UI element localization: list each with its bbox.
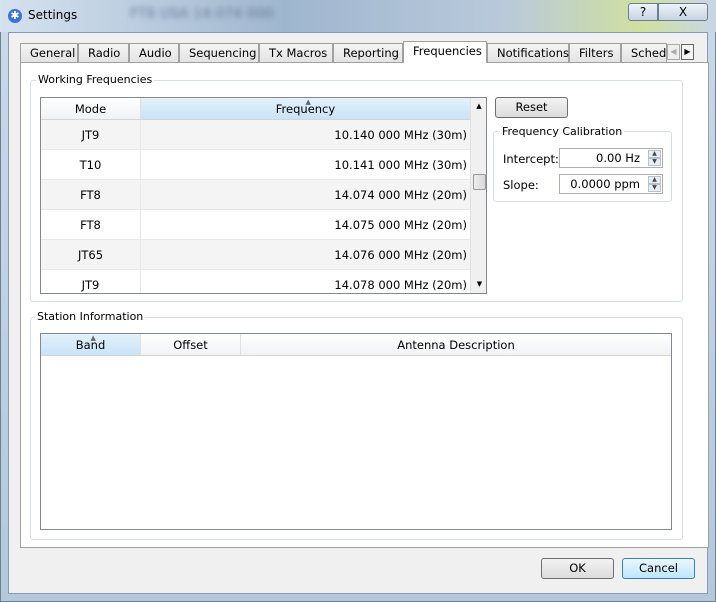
frequency-cell: 14.078 000 MHz (20m) [334, 278, 467, 292]
column-antenna-description[interactable]: Antenna Description [241, 334, 671, 355]
tab-general[interactable]: General [20, 43, 78, 63]
working-frequencies-title: Working Frequencies [36, 73, 155, 86]
app-icon: ✱ [8, 9, 22, 23]
frequency-cell: 14.075 000 MHz (20m) [334, 218, 467, 232]
table-row[interactable]: FT8 14.074 000 MHz (20m) [41, 180, 471, 210]
table-row[interactable]: JT9 10.140 000 MHz (30m) [41, 120, 471, 150]
scroll-down-icon[interactable]: ▼ [471, 276, 486, 293]
mode-cell: JT9 [41, 270, 141, 293]
column-mode[interactable]: Mode [41, 98, 141, 119]
mode-cell: T10 [41, 150, 141, 179]
background-app-text: FT8 USA 14.074 000 [130, 6, 274, 22]
slope-spinbox[interactable]: 0.0000 ppm ▲ ▼ [559, 174, 663, 194]
sort-ascending-icon: ▲ [90, 334, 96, 342]
intercept-spinbox[interactable]: 0.00 Hz ▲ ▼ [559, 148, 663, 168]
column-band[interactable]: ▲ Band [41, 334, 141, 355]
scroll-up-icon[interactable]: ▲ [471, 98, 486, 115]
slope-label: Slope: [503, 178, 539, 192]
spin-down-icon[interactable]: ▼ [648, 184, 661, 192]
tab-schedule[interactable]: Schedu [621, 43, 667, 63]
mode-cell: JT65 [41, 240, 141, 269]
slope-value: 0.0000 ppm [570, 177, 640, 191]
tab-sequencing[interactable]: Sequencing [179, 43, 259, 63]
ok-button[interactable]: OK [541, 558, 614, 579]
tab-frequencies[interactable]: Frequencies [403, 41, 487, 63]
reset-button[interactable]: Reset [495, 97, 568, 118]
table-row[interactable]: JT65 14.076 000 MHz (20m) [41, 240, 471, 270]
cancel-button[interactable]: Cancel [622, 558, 695, 579]
spin-up-icon[interactable]: ▲ [648, 150, 661, 158]
close-button[interactable]: X [658, 3, 708, 21]
tab-scroll-right-icon[interactable]: ▶ [681, 44, 694, 60]
table-row[interactable]: JT9 14.078 000 MHz (20m) [41, 270, 471, 293]
tab-scroll-left-icon[interactable]: ◀ [667, 44, 680, 60]
table-row[interactable]: FT8 14.075 000 MHz (20m) [41, 210, 471, 240]
help-button[interactable]: ? [628, 3, 658, 21]
frequency-calibration-title: Frequency Calibration [500, 125, 625, 138]
station-information-title: Station Information [35, 310, 146, 323]
vertical-scrollbar[interactable]: ▲ ▼ [470, 98, 486, 293]
intercept-value: 0.00 Hz [596, 151, 640, 165]
tab-radio[interactable]: Radio [78, 43, 129, 63]
mode-cell: FT8 [41, 180, 141, 209]
mode-cell: JT9 [41, 120, 141, 149]
tab-tx-macros[interactable]: Tx Macros [259, 43, 333, 63]
spin-up-icon[interactable]: ▲ [648, 176, 661, 184]
scrollbar-thumb[interactable] [473, 174, 486, 190]
tab-notifications[interactable]: Notifications [487, 43, 569, 63]
tab-audio[interactable]: Audio [129, 43, 179, 63]
frequency-cell: 14.076 000 MHz (20m) [334, 248, 467, 262]
station-information-table: ▲ Band Offset Antenna Description [40, 333, 672, 530]
table-row[interactable]: T10 10.141 000 MHz (30m) [41, 150, 471, 180]
intercept-label: Intercept: [503, 152, 559, 166]
frequency-cell: 14.074 000 MHz (20m) [334, 188, 467, 202]
frequency-cell: 10.141 000 MHz (30m) [334, 158, 467, 172]
tab-reporting[interactable]: Reporting [333, 43, 403, 63]
column-offset[interactable]: Offset [141, 334, 241, 355]
window-title: Settings [28, 8, 78, 22]
mode-cell: FT8 [41, 210, 141, 239]
spin-down-icon[interactable]: ▼ [648, 158, 661, 166]
sort-ascending-icon: ▲ [305, 98, 311, 106]
frequency-cell: 10.140 000 MHz (30m) [334, 128, 467, 142]
tab-filters[interactable]: Filters [569, 43, 621, 63]
column-frequency[interactable]: ▲ Frequency [141, 98, 471, 119]
working-frequencies-table: Mode ▲ Frequency JT9 10.140 000 MHz (30m) T… [40, 97, 487, 294]
